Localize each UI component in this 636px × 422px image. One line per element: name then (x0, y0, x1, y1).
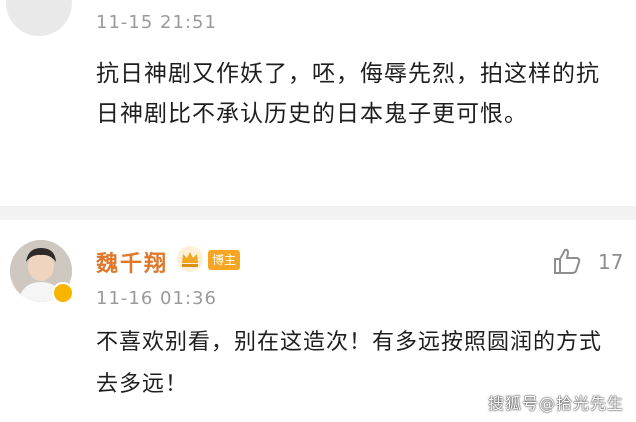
username[interactable]: 魏千翔 (96, 246, 168, 278)
comment-card: 魏千翔 博主 17 11-16 01:36 不喜欢别看，别在这造次！有多远按照圆… (0, 220, 636, 422)
watermark: 搜狐号@拾光先生 (487, 394, 624, 413)
avatar[interactable] (6, 0, 72, 36)
comment-card: 11-15 21:51 抗日神剧又作妖了，呸，侮辱先烈，拍这样的抗日神剧比不承认… (0, 0, 636, 206)
blogger-badge: 博主 (208, 250, 241, 270)
comment-timestamp: 11-16 01:36 (96, 288, 217, 309)
verified-badge-icon (52, 282, 74, 304)
crown-icon (177, 246, 203, 272)
like-count: 17 (598, 250, 624, 274)
comment-timestamp: 11-15 21:51 (96, 12, 217, 33)
thumbs-up-icon[interactable] (552, 246, 582, 276)
comment-text: 抗日神剧又作妖了，呸，侮辱先烈，拍这样的抗日神剧比不承认历史的日本鬼子更可恨。 (96, 61, 600, 127)
divider (0, 206, 636, 220)
comment-thread: 11-15 21:51 抗日神剧又作妖了，呸，侮辱先烈，拍这样的抗日神剧比不承认… (0, 0, 636, 422)
